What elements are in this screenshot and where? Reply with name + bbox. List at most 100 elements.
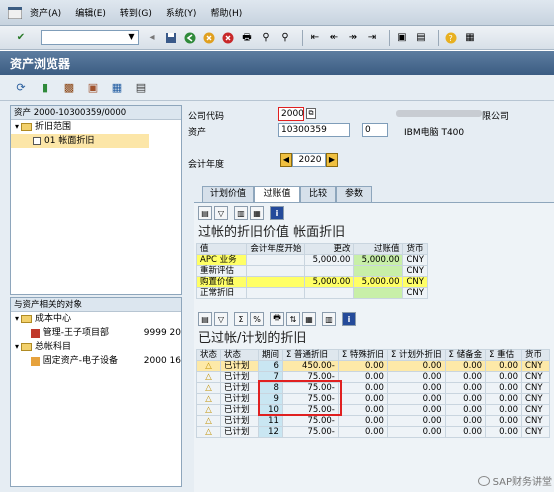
sap-window-icon[interactable] xyxy=(6,4,24,22)
col-header[interactable]: 货币 xyxy=(402,243,428,255)
exit-icon[interactable] xyxy=(202,31,216,45)
cell: 5,000.00 xyxy=(304,276,355,288)
tree-node-gl-account[interactable]: ▾ 总帐科目 xyxy=(11,340,181,354)
col-header[interactable]: 值 xyxy=(195,243,248,255)
tree-node-cost-center[interactable]: ▾ 成本中心 xyxy=(11,312,181,326)
sort-icon[interactable]: ⇅ xyxy=(286,312,300,326)
tab-posted-values[interactable]: 过账值 xyxy=(254,186,300,202)
layout-menu-icon[interactable]: ▦ xyxy=(463,31,477,45)
tab-comparison[interactable]: 比较 xyxy=(300,186,336,202)
table-row[interactable]: △ 已计划 11 75.00- 0.00 0.00 0.00 0.00 CNY xyxy=(195,415,550,427)
cell xyxy=(304,265,355,277)
details-icon[interactable]: ▤ xyxy=(198,312,212,326)
info-icon[interactable]: i xyxy=(342,312,356,326)
tab-parameters[interactable]: 参数 xyxy=(336,186,372,202)
col-header[interactable]: 期间 xyxy=(257,349,283,361)
menu-asset[interactable]: 资产(A) xyxy=(30,6,61,19)
col-header[interactable]: Σ 计划外折旧 xyxy=(386,349,446,361)
details-icon[interactable]: ▤ xyxy=(198,206,212,220)
table-row[interactable]: 购置价值 5,000.00 5,000.00 CNY xyxy=(195,276,428,288)
new-session-icon[interactable]: ▣ xyxy=(395,31,409,45)
sum-icon[interactable]: Σ xyxy=(234,312,248,326)
info-icon[interactable]: i xyxy=(270,206,284,220)
col-header[interactable]: 状态 xyxy=(220,349,259,361)
refresh-icon[interactable]: ⟳ xyxy=(14,81,28,95)
menu-system[interactable]: 系统(Y) xyxy=(166,6,197,19)
cell: CNY xyxy=(402,276,428,288)
calculate-icon[interactable]: ▩ xyxy=(62,81,76,95)
save-icon[interactable] xyxy=(164,31,178,45)
depreciation-table: 状态 状态 期间 Σ 普通折旧 Σ 特殊折旧 Σ 计划外折旧 Σ 储备金 Σ 重… xyxy=(195,349,550,438)
print-icon[interactable]: 🖶 xyxy=(270,312,284,326)
table-row[interactable]: 正常折旧 CNY xyxy=(195,287,428,299)
prev-page-icon[interactable]: ↞ xyxy=(327,31,341,45)
col-header[interactable]: Σ 重估 xyxy=(485,349,523,361)
company-code-input[interactable]: 2000 xyxy=(278,107,304,121)
col-header[interactable]: Σ 特殊折旧 xyxy=(337,349,388,361)
menu-help[interactable]: 帮助(H) xyxy=(210,6,242,19)
layout-icon[interactable]: ▥ xyxy=(234,206,248,220)
first-page-icon[interactable]: ⇤ xyxy=(308,31,322,45)
tree-node-gl-account-item[interactable]: 固定资产-电子设备 2000 16 xyxy=(11,354,181,368)
back-arrow-icon[interactable]: ◂ xyxy=(145,31,159,45)
command-field[interactable]: ▼ xyxy=(41,30,139,45)
table-row[interactable]: △ 已计划 9 75.00- 0.00 0.00 0.00 0.00 CNY xyxy=(195,393,550,405)
find-next-icon[interactable]: ⚲ xyxy=(278,31,292,45)
cancel-icon[interactable] xyxy=(221,31,235,45)
table-row[interactable]: △ 已计划 12 75.00- 0.00 0.00 0.00 0.00 CNY xyxy=(195,426,550,438)
table-row[interactable]: △ 已计划 10 75.00- 0.00 0.00 0.00 0.00 CNY xyxy=(195,404,550,416)
cell: 0.00 xyxy=(485,426,523,438)
table-row[interactable]: △ 已计划 8 75.00- 0.00 0.00 0.00 0.00 CNY xyxy=(195,382,550,394)
col-header[interactable]: 状态 xyxy=(195,349,222,361)
cell: 已计划 xyxy=(220,382,259,394)
next-page-icon[interactable]: ↠ xyxy=(346,31,360,45)
col-header[interactable]: 过账值 xyxy=(353,243,404,255)
export-icon[interactable]: ▦ xyxy=(302,312,316,326)
menu-edit[interactable]: 编辑(E) xyxy=(75,6,106,19)
col-header[interactable]: 货币 xyxy=(521,349,550,361)
col-header[interactable]: Σ 普通折旧 xyxy=(281,349,339,361)
cell: CNY xyxy=(521,404,550,416)
chevron-down-icon[interactable]: ▼ xyxy=(126,32,137,43)
filter-icon[interactable]: ▽ xyxy=(214,312,228,326)
fiscal-year-input[interactable]: 2020 xyxy=(292,153,326,167)
menu-goto[interactable]: 转到(G) xyxy=(120,6,152,19)
prev-year-button[interactable]: ◀ xyxy=(280,153,292,167)
tree-node-label: 01 帐面折旧 xyxy=(44,136,95,146)
collapse-icon[interactable]: ▾ xyxy=(15,340,19,354)
last-page-icon[interactable]: ⇥ xyxy=(365,31,379,45)
back-icon[interactable] xyxy=(183,31,197,45)
find-icon[interactable]: ⚲ xyxy=(259,31,273,45)
collapse-icon[interactable]: ▾ xyxy=(15,120,19,134)
print-icon[interactable]: 🖶 xyxy=(240,31,254,45)
posted-values-title: 过帐的折旧价值 帐面折旧 xyxy=(198,225,346,240)
col-header[interactable]: 更改 xyxy=(304,243,355,255)
export-icon[interactable]: ▦ xyxy=(250,206,264,220)
layout-icon[interactable]: ▥ xyxy=(322,312,336,326)
filter-icon[interactable]: ▽ xyxy=(214,206,228,220)
grid-icon[interactable]: ▦ xyxy=(110,81,124,95)
tree-node-cost-center-item[interactable]: 管理-王子项目部 9999 20 xyxy=(11,326,181,340)
document-icon[interactable]: ▮ xyxy=(38,81,52,95)
help-icon[interactable]: ? xyxy=(444,31,458,45)
enter-check-icon[interactable]: ✔ xyxy=(14,31,28,45)
tree-node-book-depreciation[interactable]: 01 帐面折旧 xyxy=(11,134,149,148)
asset-values-icon[interactable]: ▣ xyxy=(86,81,100,95)
report-icon[interactable]: ▤ xyxy=(134,81,148,95)
copy-icon[interactable]: ⧉ xyxy=(306,108,316,119)
table-row[interactable]: △ 已计划 6 450.00- 0.00 0.00 0.00 0.00 CNY xyxy=(195,360,550,372)
col-header[interactable]: 会计年度开始 xyxy=(246,243,306,255)
tab-planned-values[interactable]: 计划价值 xyxy=(202,186,254,202)
next-year-button[interactable]: ▶ xyxy=(326,153,338,167)
table-row[interactable]: APC 业务 5,000.00 5,000.00 CNY xyxy=(195,254,428,266)
tree-node-depreciation-areas[interactable]: ▾ 折旧范围 xyxy=(11,120,181,134)
asset-number-input[interactable]: 10300359 xyxy=(278,123,350,137)
table-row[interactable]: 重新评估 CNY xyxy=(195,265,428,277)
col-header[interactable]: Σ 储备金 xyxy=(444,349,487,361)
subtotal-icon[interactable]: % xyxy=(250,312,264,326)
table-row[interactable]: △ 已计划 7 75.00- 0.00 0.00 0.00 0.00 CNY xyxy=(195,371,550,383)
collapse-icon[interactable]: ▾ xyxy=(15,312,19,326)
asset-subnumber-input[interactable]: 0 xyxy=(362,123,388,137)
posted-values-table: 值 会计年度开始 更改 过账值 货币 APC 业务 5,000.00 5,000… xyxy=(195,243,428,299)
shortcut-icon[interactable]: ▤ xyxy=(414,31,428,45)
